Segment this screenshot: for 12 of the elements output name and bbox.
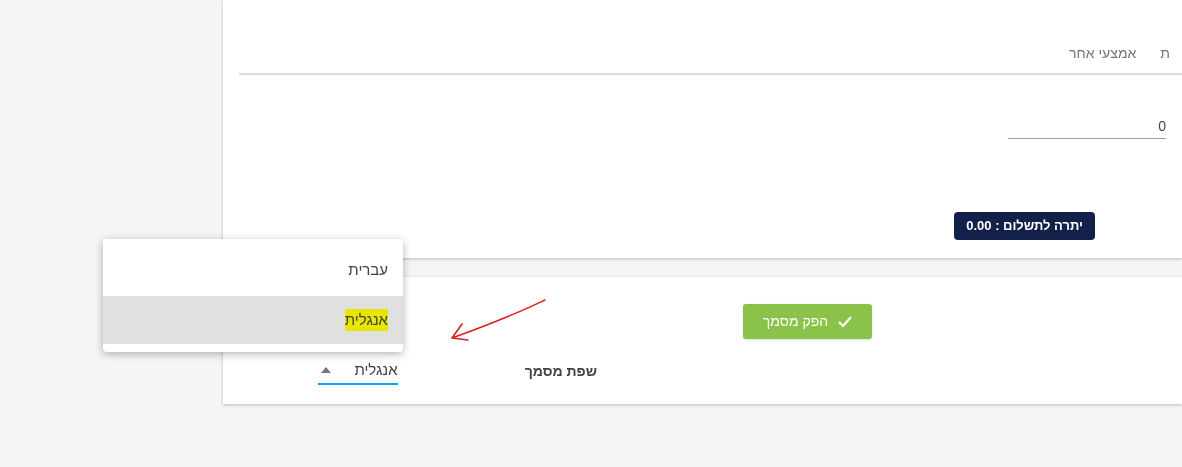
language-select[interactable]: אנגלית	[317, 357, 398, 385]
tab[interactable]: ת	[1148, 33, 1182, 73]
balance-badge: יתרה לתשלום : 0.00	[954, 212, 1095, 240]
caret-icon	[320, 367, 331, 373]
option-label: אנגלית	[344, 308, 388, 332]
dropdown-option[interactable]: אנגלית	[103, 296, 403, 344]
language-label: שפת מסמך	[524, 361, 597, 381]
tab[interactable]: אמצעי אחר	[1057, 33, 1149, 73]
dropdown-option[interactable]: עברית	[103, 239, 403, 296]
amount-field[interactable]: 0	[1008, 113, 1166, 139]
option-label: עברית	[348, 260, 388, 281]
checkmark-icon	[838, 315, 853, 328]
